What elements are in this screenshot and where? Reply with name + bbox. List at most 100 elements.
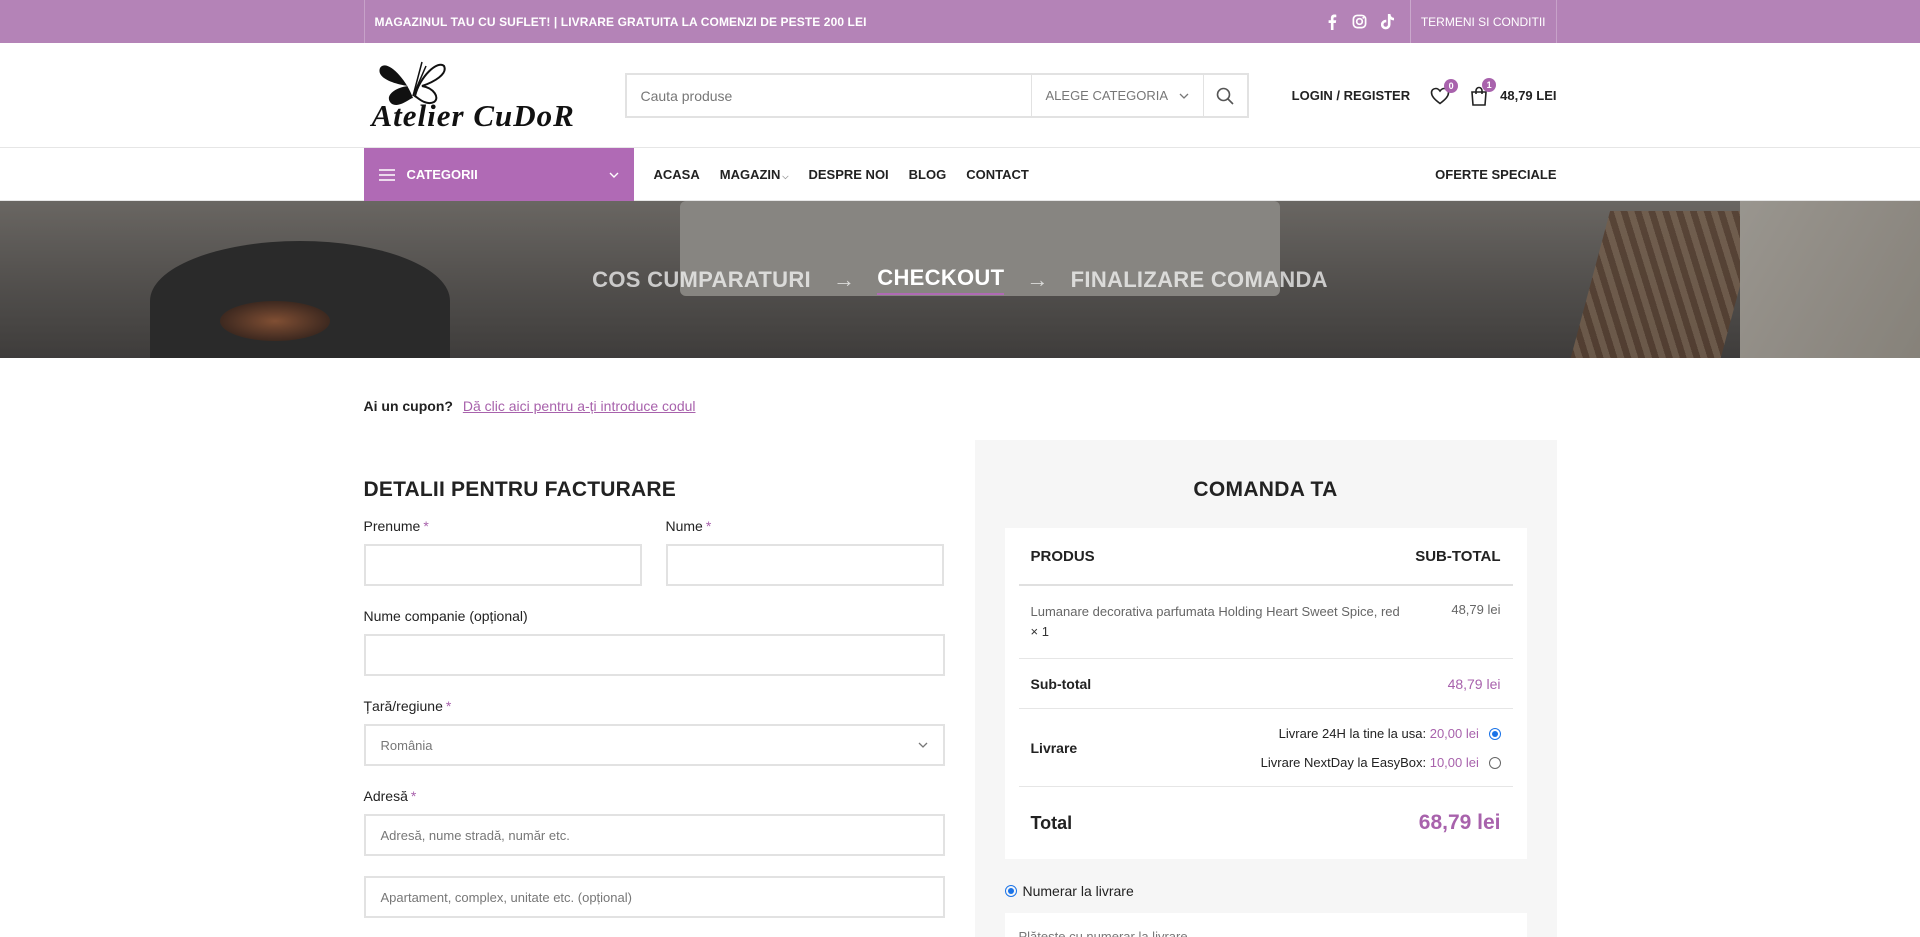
shipping-option-easybox[interactable]: Livrare NextDay la EasyBox: 10,00 lei — [1261, 748, 1501, 777]
last-name-field: Nume * — [665, 518, 944, 586]
chevron-down-icon — [609, 172, 618, 178]
nav-item-acasa[interactable]: ACASA — [654, 167, 700, 182]
first-name-field: Prenume * — [363, 518, 642, 586]
search-input[interactable]: Cauta produse — [627, 75, 1031, 116]
wishlist-count-badge: 0 — [1444, 78, 1459, 93]
nav-item-despre-noi[interactable]: DESPRE NOI — [808, 167, 888, 182]
login-register-link[interactable]: LOGIN / REGISTER — [1292, 88, 1410, 103]
special-offers-link[interactable]: OFERTE SPECIALE — [1435, 167, 1556, 182]
instagram-icon[interactable] — [1352, 14, 1368, 30]
ship2-label: Livrare NextDay la EasyBox: — [1260, 754, 1427, 770]
step-complete: FINALIZARE COMANDA — [1070, 266, 1328, 292]
order-title: COMANDA TA — [1193, 478, 1338, 501]
chevron-down-icon — [1179, 93, 1188, 99]
last-name-label-text: Nume — [665, 518, 703, 534]
header: Atelier CuDoR Cauta produse ALEGE CATEGO… — [0, 43, 1920, 148]
header-actions: LOGIN / REGISTER 0 1 48,79 LEI — [1292, 77, 1557, 106]
ship1-radio[interactable] — [1488, 728, 1501, 741]
wishlist-button[interactable]: 0 — [1430, 78, 1459, 105]
category-select[interactable]: ALEGE CATEGORIA — [1030, 75, 1203, 116]
categories-dropdown[interactable]: CATEGORII — [363, 148, 634, 201]
step-checkout[interactable]: CHECKOUT — [877, 265, 1005, 295]
first-name-input[interactable] — [363, 544, 642, 586]
checkout-steps: COS CUMPARATURI → CHECKOUT → FINALIZARE … — [0, 265, 1920, 295]
product-name: Lumanare decorativa parfumata Holding He… — [1031, 602, 1411, 642]
col-subtotal: SUB-TOTAL — [1415, 547, 1501, 565]
ship1-price: 20,00 lei — [1429, 725, 1479, 741]
search-icon — [1216, 87, 1234, 105]
first-name-label: Prenume * — [364, 518, 642, 534]
category-select-label: ALEGE CATEGORIA — [1045, 88, 1169, 103]
nav-item-contact[interactable]: CONTACT — [966, 167, 1029, 182]
address-input[interactable]: Adresă, nume stradă, număr etc. — [363, 814, 945, 856]
chevron-down-icon — [918, 742, 927, 748]
billing-title: DETALII PENTRU FACTURARE — [363, 478, 676, 501]
hamburger-icon — [378, 168, 395, 181]
ship2-radio[interactable] — [1488, 757, 1501, 770]
nav-item-blog[interactable]: BLOG — [909, 167, 947, 182]
cart-icon-wrap: 1 — [1470, 77, 1497, 106]
order-item-row: Lumanare decorativa parfumata Holding He… — [1018, 586, 1513, 659]
subtotal-row: Sub-total 48,79 lei — [1018, 659, 1513, 709]
ship1-label: Livrare 24H la tine la usa: — [1278, 725, 1427, 741]
site-logo[interactable]: Atelier CuDoR — [364, 51, 604, 141]
cart-count-badge: 1 — [1482, 77, 1497, 92]
nav-item-magazin[interactable]: MAGAZIN ⌵ — [720, 167, 789, 182]
required-mark: * — [423, 518, 429, 534]
nav-item-magazin-label: MAGAZIN — [719, 167, 781, 182]
terms-link[interactable]: TERMENI SI CONDITII — [1409, 0, 1556, 43]
payment-info-box: Plătește cu numerar la livrare. — [1004, 913, 1527, 937]
last-name-label: Nume * — [666, 518, 944, 534]
coupon-question: Ai un cupon? — [363, 398, 453, 414]
payment-method-label: Numerar la livrare — [1022, 883, 1134, 899]
ship2-price: 10,00 lei — [1429, 754, 1479, 770]
logo-text: Atelier CuDoR — [371, 97, 575, 133]
required-mark: * — [410, 788, 417, 804]
tiktok-icon[interactable] — [1380, 13, 1396, 30]
payment-info-text: Plătește cu numerar la livrare. — [1018, 929, 1192, 937]
country-select[interactable]: România — [363, 724, 945, 766]
facebook-icon[interactable] — [1324, 14, 1340, 30]
country-field: Țară/regiune * România — [363, 698, 945, 766]
chevron-down-icon: ⌵ — [782, 172, 789, 181]
required-mark: * — [445, 698, 452, 714]
payment-option-cash[interactable]: Numerar la livrare — [1004, 883, 1527, 899]
coupon-notice: Ai un cupon? Dă clic aici pentru a-ți in… — [364, 398, 1557, 414]
search-button[interactable] — [1202, 75, 1247, 116]
cart-button[interactable]: 1 48,79 LEI — [1470, 77, 1557, 106]
categories-label: CATEGORII — [406, 167, 478, 182]
arrow-right-icon: → — [832, 266, 856, 292]
company-input[interactable] — [363, 634, 945, 676]
order-review: COMANDA TA PRODUS SUB-TOTAL Lumanare dec… — [974, 434, 1557, 937]
product-qty: × 1 — [1030, 624, 1049, 639]
address2-input[interactable]: Apartament, complex, unitate etc. (opțio… — [363, 876, 945, 918]
menu: ACASA MAGAZIN ⌵ DESPRE NOI BLOG CONTACT — [654, 167, 1029, 182]
search-bar: Cauta produse ALEGE CATEGORIA — [624, 73, 1249, 118]
total-value: 68,79 lei — [1418, 811, 1501, 834]
checkout-hero-banner: COS CUMPARATURI → CHECKOUT → FINALIZARE … — [0, 201, 1920, 358]
country-label: Țară/regiune * — [364, 698, 945, 714]
total-label: Total — [1030, 812, 1073, 833]
total-row: Total 68,79 lei — [1019, 787, 1513, 859]
main-navigation: CATEGORII ACASA MAGAZIN ⌵ DESPRE NOI BLOG… — [0, 148, 1920, 201]
company-label: Nume companie (opțional) — [363, 608, 528, 624]
shipping-label: Livrare — [1030, 739, 1078, 756]
shipping-row: Livrare Livrare 24H la tine la usa: 20,0… — [1018, 709, 1513, 787]
col-product: PRODUS — [1030, 547, 1095, 565]
arrow-right-icon: → — [1026, 266, 1049, 292]
checkout-content: Ai un cupon? Dă clic aici pentru a-ți in… — [0, 358, 1920, 937]
social-links — [1324, 13, 1410, 30]
step-cart[interactable]: COS CUMPARATURI — [592, 267, 811, 293]
country-label-text: Țară/regiune — [363, 698, 443, 714]
product-name-text: Lumanare decorativa parfumata Holding He… — [1030, 604, 1400, 619]
zigzag-edge — [974, 434, 1557, 442]
cart-total: 48,79 LEI — [1500, 88, 1557, 103]
promo-text: MAGAZINUL TAU CU SUFLET! | LIVRARE GRATU… — [374, 14, 867, 29]
address-label: Adresă * — [364, 788, 945, 804]
order-table-header: PRODUS SUB-TOTAL — [1018, 528, 1513, 586]
shipping-options: Livrare 24H la tine la usa: 20,00 lei Li… — [1261, 719, 1501, 777]
shipping-option-24h[interactable]: Livrare 24H la tine la usa: 20,00 lei — [1261, 719, 1501, 748]
payment-radio[interactable] — [1004, 885, 1017, 897]
last-name-input[interactable] — [665, 544, 944, 586]
coupon-link[interactable]: Dă clic aici pentru a-ți introduce codul — [463, 398, 696, 414]
